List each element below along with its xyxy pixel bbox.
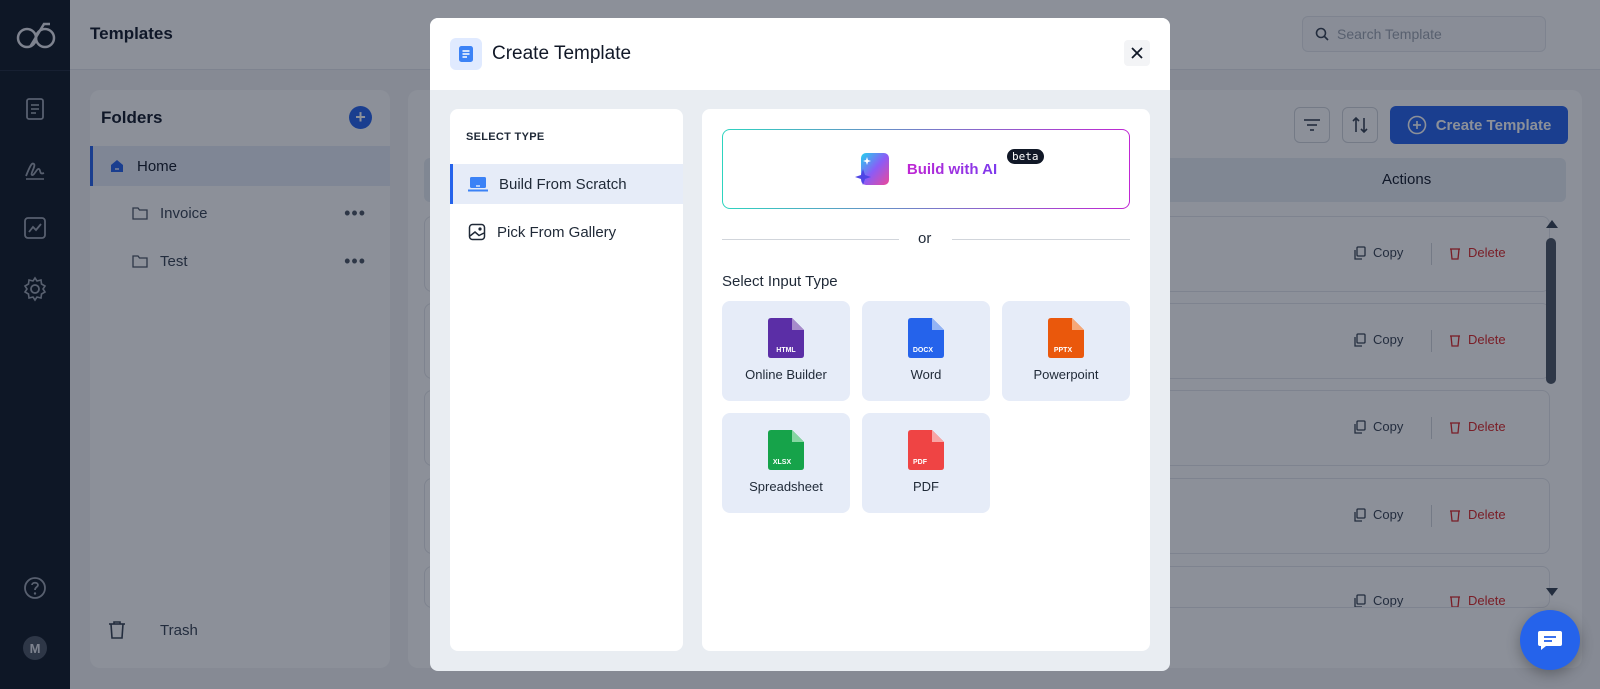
pdf-file-icon: PDF bbox=[908, 430, 944, 470]
or-label: or bbox=[918, 230, 932, 247]
file-badge-text: PDF bbox=[913, 459, 928, 466]
type-option-pick-from-gallery[interactable]: Pick From Gallery bbox=[450, 212, 683, 252]
chat-icon bbox=[1538, 631, 1562, 650]
input-type-powerpoint[interactable]: PPTX Powerpoint bbox=[1002, 301, 1130, 401]
select-type-pane: SELECT TYPE Build From Scratch Pick From… bbox=[450, 109, 683, 651]
input-type-label: Online Builder bbox=[745, 367, 827, 382]
build-with-ai-button[interactable]: Build with AI beta bbox=[722, 129, 1130, 209]
docx-file-icon: DOCX bbox=[908, 318, 944, 358]
input-type-label: Powerpoint bbox=[1033, 367, 1099, 382]
type-option-label: Pick From Gallery bbox=[497, 223, 617, 241]
divider-line bbox=[952, 239, 1130, 240]
select-input-type-heading: Select Input Type bbox=[722, 273, 838, 290]
type-option-label: Build From Scratch bbox=[499, 175, 627, 193]
input-type-label: PDF bbox=[913, 479, 939, 494]
beta-badge: beta bbox=[1007, 149, 1044, 164]
modal-title: Create Template bbox=[492, 43, 632, 64]
input-type-word[interactable]: DOCX Word bbox=[862, 301, 990, 401]
create-template-modal: Create Template SELECT TYPE Build From S… bbox=[430, 18, 1170, 671]
or-divider: or bbox=[722, 230, 1130, 250]
file-badge-text: PPTX bbox=[1054, 347, 1073, 354]
xlsx-file-icon: XLSX bbox=[768, 430, 804, 470]
ai-sparkle-icon bbox=[854, 153, 889, 185]
input-type-online-builder[interactable]: HTML Online Builder bbox=[722, 301, 850, 401]
close-icon bbox=[1131, 47, 1143, 59]
modal-header: Create Template bbox=[430, 18, 1170, 90]
file-badge-text: XLSX bbox=[773, 459, 792, 466]
divider-line bbox=[722, 239, 899, 240]
file-badge-text: HTML bbox=[776, 347, 796, 354]
input-type-spreadsheet[interactable]: XLSX Spreadsheet bbox=[722, 413, 850, 513]
template-doc-icon bbox=[450, 38, 482, 70]
laptop-icon bbox=[468, 177, 488, 192]
build-with-ai-label: Build with AI bbox=[906, 160, 998, 178]
type-option-build-from-scratch[interactable]: Build From Scratch bbox=[450, 164, 683, 204]
gallery-icon bbox=[468, 223, 486, 241]
file-badge-text: DOCX bbox=[913, 347, 934, 354]
input-type-label: Word bbox=[910, 367, 942, 382]
input-type-label: Spreadsheet bbox=[749, 479, 823, 494]
input-type-pdf[interactable]: PDF PDF bbox=[862, 413, 990, 513]
html-file-icon: HTML bbox=[768, 318, 804, 358]
input-type-pane: Build with AI beta or Select Input Type … bbox=[702, 109, 1150, 651]
chat-support-button[interactable] bbox=[1520, 610, 1580, 670]
pptx-file-icon: PPTX bbox=[1048, 318, 1084, 358]
close-modal-button[interactable] bbox=[1124, 40, 1150, 66]
select-type-caption: SELECT TYPE bbox=[466, 131, 545, 143]
